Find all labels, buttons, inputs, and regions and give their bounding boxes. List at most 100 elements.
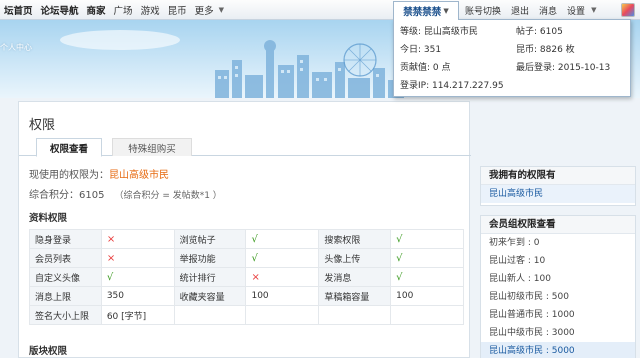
member-group-box: 会员组权限查看 初来乍到 : 0 昆山过客 : 10 昆山新人 : 100 昆山初级市… [480, 215, 636, 358]
permission-label: 自定义头像 [29, 267, 102, 287]
user-kunbi: 昆币: 8826 枚 [516, 45, 575, 55]
user-last-login: 最后登录: 2015-10-13 [516, 63, 611, 73]
score-label: 综合积分：6105 [29, 190, 105, 201]
section-resource-permissions: 资料权限 [29, 213, 68, 224]
permission-label: 统计排行 [173, 267, 247, 287]
table-row: 消息上限 350 收藏夹容量 100 草稿箱容量 100 [29, 286, 464, 306]
cross-icon: × [106, 233, 116, 245]
current-permission: 现使用的权限为：昆山高级市民 [29, 166, 169, 181]
member-group-item[interactable]: 昆山高级市民 : 5000 [481, 342, 635, 358]
nav-item[interactable]: 昆币 [164, 3, 191, 17]
check-icon: √ [106, 271, 114, 283]
my-permissions-box: 我拥有的权限有 昆山高级市民 [480, 166, 636, 206]
member-group-item[interactable]: 初来乍到 : 0 [481, 234, 635, 252]
nav-item[interactable]: 更多 [191, 3, 218, 17]
username-label: 禁禁禁禁 [403, 7, 442, 18]
permission-label: 隐身登录 [29, 229, 102, 249]
chevron-down-icon: ▼ [443, 7, 449, 15]
nav-item[interactable]: 论坛导航 [37, 3, 83, 17]
banner-message: 个人中心 [0, 43, 32, 52]
empty-cell [318, 305, 392, 325]
permission-value: × [245, 267, 320, 287]
tab-permission-view[interactable]: 权限查看 [36, 138, 102, 157]
member-group-title: 会员组权限查看 [481, 216, 635, 234]
permission-label: 浏览帖子 [173, 229, 247, 249]
user-contribution: 贡献值: 0 点 [400, 63, 451, 73]
check-icon: √ [396, 252, 403, 264]
table-row: 会员列表 × 举报功能 √ 头像上传 √ [29, 248, 464, 268]
permission-table: 隐身登录 × 浏览帖子 √ 搜索权限 √ 会员列表 × 举报功能 √ 头像上传 √ 自定义头像 √ 统计排行… [29, 229, 464, 325]
empty-cell [390, 305, 464, 325]
permission-label: 会员列表 [29, 248, 102, 268]
member-group-item[interactable]: 昆山中级市民 : 3000 [481, 324, 635, 342]
user-posts: 帖子: 6105 [516, 27, 563, 37]
tab-bar: 权限查看 特殊组购买 [19, 138, 471, 157]
check-icon: √ [251, 233, 258, 245]
theme-icon[interactable] [621, 3, 635, 17]
nav-item[interactable]: 坛首页 [0, 3, 37, 17]
permission-label: 签名大小上限 [29, 305, 102, 325]
permission-label: 消息上限 [29, 286, 102, 306]
member-group-item[interactable]: 昆山过客 : 10 [481, 252, 635, 270]
permission-value: √ [390, 229, 464, 249]
nav-left-group: 坛首页 论坛导航 商家 广场 游戏 昆币 更多 ▼ [0, 0, 224, 20]
chevron-down-icon: ▼ [591, 6, 597, 14]
table-row: 自定义头像 √ 统计排行 × 发消息 √ [29, 267, 464, 287]
member-group-item[interactable]: 昆山普通市民 : 1000 [481, 306, 635, 324]
permission-value: √ [390, 267, 464, 287]
empty-cell [245, 305, 320, 325]
empty-cell [173, 305, 247, 325]
score-formula: （综合积分 = 发帖数*1 ） [114, 191, 222, 201]
permission-value: √ [245, 229, 320, 249]
permission-label: 草稿箱容量 [318, 286, 392, 306]
tab-special-group-purchase[interactable]: 特殊组购买 [112, 138, 192, 156]
permission-value: 60 [字节] [100, 305, 175, 325]
permission-value: √ [100, 267, 175, 287]
section-board-permissions: 版块权限 [29, 346, 68, 357]
nav-right-item[interactable]: 账号切换 [460, 4, 506, 17]
top-nav-bar: 坛首页 论坛导航 商家 广场 游戏 昆币 更多 ▼ 账号切换 退出 消息 设置 ▼ [0, 0, 640, 20]
check-icon: √ [251, 252, 258, 264]
permission-label: 发消息 [318, 267, 392, 287]
member-group-item[interactable]: 昆山新人 : 100 [481, 270, 635, 288]
username-menu-button[interactable]: 禁禁禁禁 ▼ [393, 1, 459, 20]
permission-value: √ [390, 248, 464, 268]
permission-value-text: 100 [251, 291, 269, 301]
permission-value: √ [245, 248, 320, 268]
current-permission-label: 现使用的权限为： [29, 170, 109, 181]
check-icon: √ [396, 233, 403, 245]
nav-right-item[interactable]: 消息 [534, 4, 562, 17]
cross-icon: × [251, 271, 260, 283]
nav-right-item[interactable]: 退出 [506, 4, 534, 17]
user-level: 等级: 昆山高级市民 [400, 27, 478, 37]
permission-label: 收藏夹容量 [173, 286, 247, 306]
chevron-down-icon: ▼ [218, 6, 224, 14]
user-login-ip: 登录IP: 114.217.227.95 [400, 81, 504, 91]
nav-right-group: 账号切换 退出 消息 设置 ▼ [460, 0, 596, 20]
user-today: 今日: 351 [400, 45, 442, 55]
permissions-panel: 权限 权限查看 特殊组购买 现使用的权限为：昆山高级市民 综合积分：6105 （综… [18, 101, 471, 358]
nav-item[interactable]: 游戏 [137, 3, 164, 17]
my-permission-item[interactable]: 昆山高级市民 [481, 185, 635, 203]
cross-icon: × [106, 252, 116, 264]
permission-value-text: 60 [字节] [106, 311, 147, 322]
current-permission-value: 昆山高级市民 [109, 170, 169, 181]
permission-value-text: 350 [106, 291, 124, 301]
nav-right-item[interactable]: 设置 [562, 4, 590, 17]
permission-value: 100 [390, 286, 464, 306]
permission-value: × [100, 248, 175, 268]
member-group-item[interactable]: 昆山初级市民 : 500 [481, 288, 635, 306]
permission-value: 350 [100, 286, 175, 306]
table-row: 隐身登录 × 浏览帖子 √ 搜索权限 √ [29, 229, 464, 249]
permission-value-text: 100 [396, 291, 414, 301]
nav-item[interactable]: 广场 [110, 3, 137, 17]
user-info-dropdown: 等级: 昆山高级市民 帖子: 6105 今日: 351 昆币: 8826 枚 贡… [393, 19, 631, 97]
permission-label: 搜索权限 [318, 229, 392, 249]
nav-item[interactable]: 商家 [83, 3, 110, 17]
check-icon: √ [396, 271, 403, 283]
permission-value: 100 [245, 286, 320, 306]
permission-label: 头像上传 [318, 248, 392, 268]
page-title: 权限 [29, 118, 56, 133]
my-permissions-title: 我拥有的权限有 [481, 167, 635, 185]
table-row: 签名大小上限 60 [字节] [29, 305, 464, 325]
